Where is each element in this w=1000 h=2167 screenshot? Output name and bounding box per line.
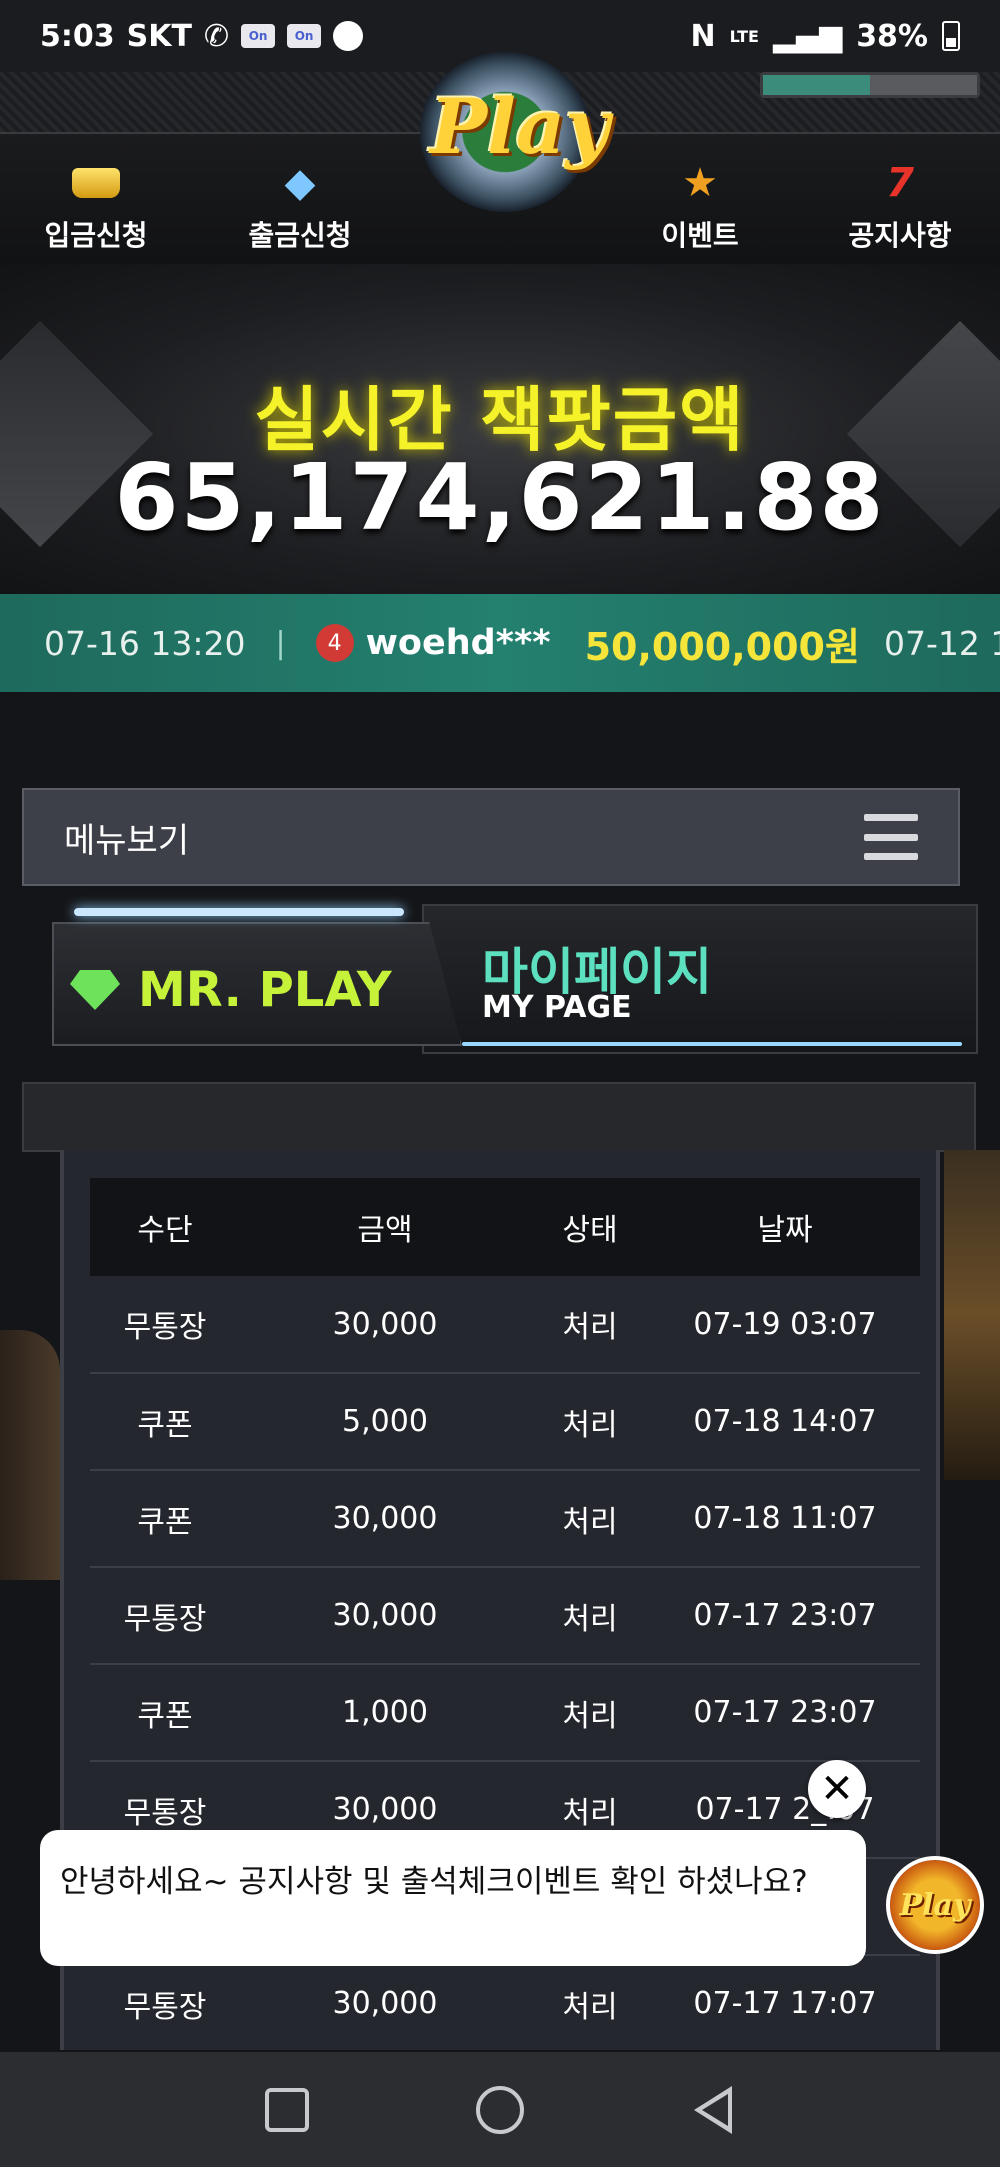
play-logo[interactable]: Play xyxy=(380,52,630,252)
cell-method: 쿠폰 xyxy=(90,1470,240,1568)
recents-icon xyxy=(264,2087,309,2132)
back-button[interactable] xyxy=(683,2080,743,2140)
nav-deposit[interactable]: 입금신청 xyxy=(6,160,186,254)
hamburger-menu-icon[interactable] xyxy=(864,814,918,860)
chat-avatar[interactable]: Play xyxy=(886,1856,984,1954)
cell-method: 쿠폰 xyxy=(90,1373,240,1471)
section-bar xyxy=(22,1082,976,1152)
ticker-user: woehd*** xyxy=(365,623,551,663)
cell-date: 07-18 11:07 xyxy=(650,1470,920,1568)
diamond-icon: ◆ xyxy=(284,160,316,206)
cell-method: 쿠폰 xyxy=(90,1664,240,1762)
cell-method: 무통장 xyxy=(90,1276,240,1374)
home-button[interactable] xyxy=(470,2080,530,2140)
brand-name: MR. PLAY xyxy=(138,962,392,1018)
table-row: 쿠폰 5,000 처리 07-18 14:07 xyxy=(90,1373,920,1471)
cell-amount: 1,000 xyxy=(240,1664,530,1762)
nav-withdraw[interactable]: ◆ 출금신청 xyxy=(210,160,390,254)
recents-button[interactable] xyxy=(257,2080,317,2140)
chat-notification-icon xyxy=(333,21,364,51)
close-icon[interactable]: ✕ xyxy=(808,1760,866,1818)
system-nav-bar xyxy=(0,2052,1000,2167)
signal-icon: ▂▄▆ xyxy=(772,18,843,54)
status-time: 5:03 xyxy=(40,18,115,54)
nav-notice[interactable]: 7 공지사항 xyxy=(810,160,990,254)
star-icon: ★ xyxy=(682,160,718,206)
ticker-amount: 50,000,000원 xyxy=(584,624,860,669)
cell-date: 07-17 23:07 xyxy=(650,1664,920,1762)
status-carrier: SKT xyxy=(126,18,192,54)
rank-badge: 4 xyxy=(315,624,354,662)
back-icon xyxy=(694,2085,733,2134)
logo-text: Play xyxy=(430,82,610,171)
cell-date: 07-17 17:07 xyxy=(650,1955,920,2050)
table-row: 무통장 30,000 처리 07-17 23:07 xyxy=(90,1567,920,1665)
winner-ticker: 07-16 13:20 | 4 woehd*** 50,000,000원 07-… xyxy=(0,594,1000,692)
chat-message[interactable]: 안녕하세요~ 공지사항 및 출석체크이벤트 확인 하셨나요? xyxy=(40,1830,866,1966)
cell-status: 처리 xyxy=(530,1276,650,1374)
cell-amount: 30,000 xyxy=(240,1567,530,1665)
header-progress-bars xyxy=(760,72,980,98)
cell-method: 무통장 xyxy=(90,1955,240,2050)
table-row: 무통장 30,000 처리 07-17 17:07 xyxy=(90,1955,920,2050)
col-amount: 금액 xyxy=(240,1178,530,1276)
seven-icon: 7 xyxy=(886,160,914,206)
page-subtitle: MY PAGE xyxy=(482,990,632,1025)
col-status: 상태 xyxy=(530,1178,650,1276)
gem-icon xyxy=(70,970,120,1010)
nfc-icon: N xyxy=(690,18,716,54)
nav-label: 공지사항 xyxy=(848,219,952,252)
wifi-call-icon: ✆ xyxy=(203,18,230,54)
avatar-text: Play xyxy=(899,1887,971,1923)
cell-status: 처리 xyxy=(530,1567,650,1665)
background-figure xyxy=(0,1330,60,1580)
table-row: 쿠폰 30,000 처리 07-18 11:07 xyxy=(90,1470,920,1568)
cell-amount: 30,000 xyxy=(240,1955,530,2050)
cell-status: 처리 xyxy=(530,1373,650,1471)
cell-method: 무통장 xyxy=(90,1567,240,1665)
ticker-separator: | xyxy=(275,625,286,661)
jackpot-banner: 실시간 잭팟금액 65,174,621.88 xyxy=(0,264,1000,594)
neon-light xyxy=(74,908,404,916)
table-header-row: 수단 금액 상태 날짜 xyxy=(90,1178,920,1276)
cell-amount: 30,000 xyxy=(240,1276,530,1374)
mypage-header: MR. PLAY 마이페이지 MY PAGE xyxy=(22,898,982,1068)
battery-percent: 38% xyxy=(856,18,928,54)
battery-icon xyxy=(942,21,960,51)
nav-label: 출금신청 xyxy=(248,219,352,252)
cell-status: 처리 xyxy=(530,1470,650,1568)
cell-status: 처리 xyxy=(530,1664,650,1762)
col-date: 날짜 xyxy=(650,1178,920,1276)
table-row: 쿠폰 1,000 처리 07-17 23:07 xyxy=(90,1664,920,1762)
table-row: 무통장 30,000 처리 07-19 03:07 xyxy=(90,1276,920,1374)
ticker-date: 07-16 13:20 xyxy=(44,623,246,663)
cell-status: 처리 xyxy=(530,1955,650,2050)
cell-date: 07-18 14:07 xyxy=(650,1373,920,1471)
home-icon xyxy=(475,2085,524,2134)
gold-bar-icon xyxy=(72,168,120,198)
site-header: 입금신청 ◆ 출금신청 Play ★ 이벤트 7 공지사항 xyxy=(0,52,1000,264)
app-notification-icon: On xyxy=(241,24,276,48)
title-underline xyxy=(462,1042,962,1046)
cell-date: 07-17 23:07 xyxy=(650,1567,920,1665)
jackpot-amount: 65,174,621.88 xyxy=(114,444,886,551)
menu-label: 메뉴보기 xyxy=(64,820,190,861)
brand: MR. PLAY xyxy=(70,962,392,1018)
menu-bar[interactable]: 메뉴보기 xyxy=(22,788,960,886)
cell-amount: 5,000 xyxy=(240,1373,530,1471)
lte-icon: LTE xyxy=(729,26,759,46)
nav-label: 이벤트 xyxy=(661,219,739,252)
nav-event[interactable]: ★ 이벤트 xyxy=(610,160,790,254)
background-decor xyxy=(944,1150,1000,1480)
cell-date: 07-19 03:07 xyxy=(650,1276,920,1374)
ticker-next-date: 07-12 1 xyxy=(883,623,1000,663)
col-method: 수단 xyxy=(90,1178,240,1276)
app-notification-icon: On xyxy=(287,24,322,48)
nav-label: 입금신청 xyxy=(44,219,148,252)
cell-amount: 30,000 xyxy=(240,1470,530,1568)
